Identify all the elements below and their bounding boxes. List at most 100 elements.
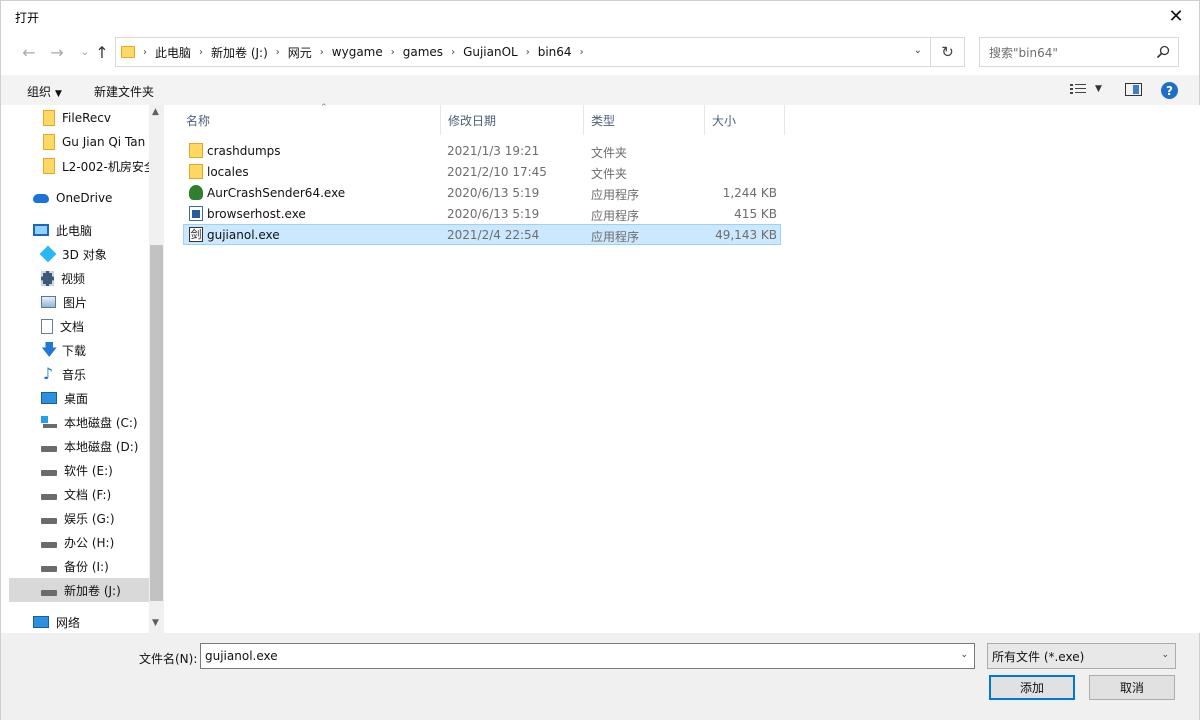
add-button[interactable]: 添加	[989, 675, 1075, 700]
column-header-size[interactable]: 大小	[705, 105, 785, 135]
file-modified: 2021/1/3 19:21	[447, 144, 540, 158]
file-type: 文件夹	[591, 167, 628, 181]
breadcrumb-separator-icon[interactable]: ›	[391, 47, 395, 58]
filename-dropdown-icon[interactable]: ⌄	[960, 650, 968, 660]
file-type: 应用程序	[591, 209, 640, 223]
new-folder-button[interactable]: 新建文件夹	[94, 83, 154, 100]
breadcrumb-separator-icon[interactable]: ›	[199, 47, 203, 58]
column-header-name[interactable]: ⌃ 名称	[179, 103, 441, 135]
nav-item-label: 文档	[60, 319, 85, 334]
nav-item-label: 此电脑	[56, 223, 93, 238]
refresh-button[interactable]: ↻	[931, 37, 965, 67]
nav-item[interactable]: 文档 (F:)	[9, 482, 149, 506]
address-bar[interactable]: › 此电脑 › 新加卷 (J:) › 网元 › wygame › games › GujianOL › b…	[115, 37, 931, 67]
nav-item[interactable]: 视频	[9, 266, 149, 290]
drive-icon	[41, 494, 57, 500]
nav-item[interactable]: OneDrive	[9, 186, 149, 210]
nav-item[interactable]: 娱乐 (G:)	[9, 506, 149, 530]
forward-button[interactable]: →	[46, 41, 68, 63]
file-modified: 2020/6/13 5:19	[447, 207, 540, 221]
nav-item[interactable]: 网络	[9, 610, 149, 633]
column-header-type-label: 类型	[591, 113, 616, 128]
filetype-dropdown-icon: ⌄	[1161, 650, 1169, 660]
nav-item[interactable]: 🡇 下载	[9, 338, 149, 362]
column-header-type[interactable]: 类型	[584, 105, 705, 135]
filename-input[interactable]: gujianol.exe ⌄	[200, 643, 975, 669]
3d-objects-icon	[39, 245, 57, 263]
nav-item[interactable]: 新加卷 (J:)	[9, 578, 149, 602]
computer-icon	[33, 224, 49, 236]
nav-item-label: 本地磁盘 (C:)	[64, 415, 138, 430]
folder-icon	[189, 164, 203, 179]
breadcrumb-separator-icon[interactable]: ›	[276, 47, 280, 58]
breadcrumb-item[interactable]: › wygame	[312, 38, 383, 66]
nav-item[interactable]: 3D 对象	[9, 242, 149, 266]
file-row[interactable]: browserhost.exe 2020/6/13 5:19 应用程序 415 KB	[183, 203, 781, 224]
breadcrumb-separator-icon[interactable]: ›	[580, 47, 584, 58]
file-row[interactable]: locales 2021/2/10 17:45 文件夹	[183, 161, 781, 182]
breadcrumb-item[interactable]: › 新加卷 (J:)	[191, 38, 268, 66]
nav-item[interactable]: Gu Jian Qi Tan	[9, 130, 149, 154]
cancel-button[interactable]: 取消	[1089, 675, 1175, 700]
breadcrumb-label: bin64	[537, 45, 572, 59]
file-modified: 2021/2/10 17:45	[447, 165, 547, 179]
desktop-icon	[41, 392, 57, 404]
scrollbar-thumb[interactable]	[150, 245, 163, 601]
nav-item[interactable]: 桌面	[9, 386, 149, 410]
file-name: browserhost.exe	[207, 207, 306, 221]
nav-item[interactable]: 图片	[9, 290, 149, 314]
nav-item[interactable]: 本地磁盘 (D:)	[9, 434, 149, 458]
nav-item[interactable]: 软件 (E:)	[9, 458, 149, 482]
drive-icon	[41, 446, 57, 452]
breadcrumb-separator-icon[interactable]: ›	[143, 47, 147, 58]
breadcrumb-label: games	[402, 45, 444, 59]
address-dropdown-icon[interactable]: ⌄	[914, 45, 922, 56]
nav-item-label: 视频	[61, 271, 86, 286]
drive-icon	[41, 542, 57, 548]
breadcrumb-separator-icon[interactable]: ›	[526, 47, 530, 58]
breadcrumb-item[interactable]: › bin64	[518, 38, 572, 66]
game-app-icon: 剑	[189, 227, 203, 242]
breadcrumb-item[interactable]: › GujianOL	[443, 38, 518, 66]
nav-item[interactable]: 本地磁盘 (C:)	[9, 410, 149, 434]
nav-item-label: OneDrive	[56, 191, 113, 205]
view-options-icon[interactable]	[1070, 83, 1086, 96]
filetype-value: 所有文件 (*.exe)	[992, 649, 1085, 664]
breadcrumb-item[interactable]: › 此电脑	[135, 38, 191, 66]
close-button[interactable]: ✕	[1153, 1, 1199, 31]
forward-arrow-icon: →	[50, 42, 64, 62]
filetype-select[interactable]: 所有文件 (*.exe) ⌄	[987, 643, 1176, 669]
picture-icon	[41, 296, 56, 308]
window-title: 打开	[15, 11, 40, 25]
back-button[interactable]: ←	[18, 41, 40, 63]
nav-item[interactable]: 办公 (H:)	[9, 530, 149, 554]
view-caret-icon[interactable]: ▼	[1095, 84, 1102, 94]
folder-icon	[43, 134, 55, 150]
nav-item[interactable]: ♪ 音乐	[9, 362, 149, 386]
help-icon[interactable]: ?	[1161, 82, 1178, 99]
nav-item[interactable]: 此电脑	[9, 218, 149, 242]
nav-item[interactable]: 文档	[9, 314, 149, 338]
file-row[interactable]: crashdumps 2021/1/3 19:21 文件夹	[183, 140, 781, 161]
column-header-modified[interactable]: 修改日期	[441, 105, 584, 135]
nav-item-label: 软件 (E:)	[64, 463, 113, 478]
search-input[interactable]: 搜索"bin64"	[979, 37, 1179, 67]
file-row[interactable]: 剑 gujianol.exe 2021/2/4 22:54 应用程序 49,143 KB	[183, 224, 781, 245]
up-button[interactable]: ↑	[91, 41, 113, 63]
navigation-scrollbar[interactable]: ▲ ▼	[149, 105, 164, 633]
scroll-up-icon[interactable]: ▲	[152, 107, 159, 117]
scroll-down-icon[interactable]: ▼	[152, 618, 159, 628]
nav-item-label: 办公 (H:)	[64, 535, 115, 550]
breadcrumb-item[interactable]: › 网元	[268, 38, 312, 66]
breadcrumb-separator-icon[interactable]: ›	[451, 47, 455, 58]
file-row[interactable]: AurCrashSender64.exe 2020/6/13 5:19 应用程序 1,…	[183, 182, 781, 203]
breadcrumb-separator-icon[interactable]: ›	[320, 47, 324, 58]
breadcrumb-item[interactable]: › games	[383, 38, 443, 66]
organize-button[interactable]: 组织 ▼	[27, 83, 62, 100]
nav-item-label: 桌面	[64, 391, 89, 406]
nav-item[interactable]: FileRecv	[9, 106, 149, 130]
nav-item[interactable]: L2-002-机房安全	[9, 154, 149, 178]
refresh-icon: ↻	[941, 43, 954, 61]
preview-pane-icon[interactable]	[1125, 83, 1142, 96]
nav-item[interactable]: 备份 (I:)	[9, 554, 149, 578]
